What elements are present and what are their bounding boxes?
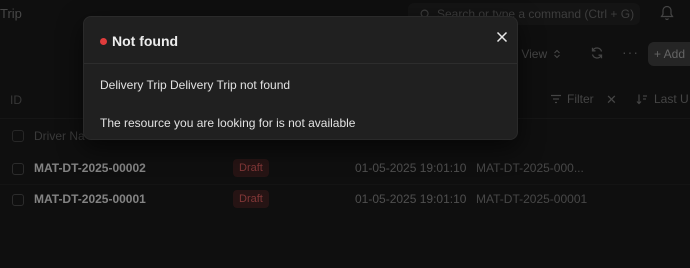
dialog-header: Not found	[84, 17, 517, 64]
dialog-title: Not found	[112, 33, 179, 49]
not-found-dialog: Not found Delivery Trip Delivery Trip no…	[83, 16, 518, 140]
dialog-detail: The resource you are looking for is not …	[100, 116, 356, 130]
close-icon[interactable]	[494, 29, 510, 45]
error-indicator-dot	[100, 38, 107, 45]
dialog-message: Delivery Trip Delivery Trip not found	[100, 78, 291, 92]
